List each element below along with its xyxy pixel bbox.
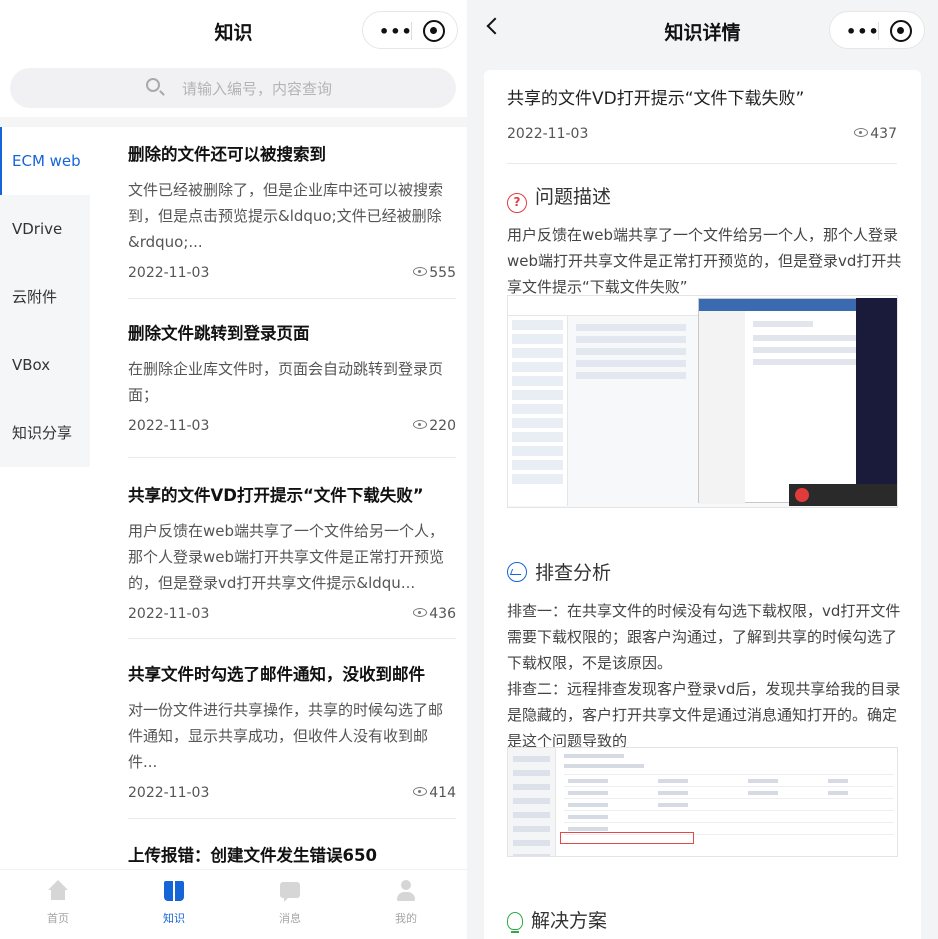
eye-icon [413, 267, 428, 276]
article-title: 共享的文件VD打开提示“文件下载失败” [507, 89, 805, 109]
article-title: 共享的文件VD打开提示“文件下载失败” [128, 486, 424, 505]
capsule-divider [411, 22, 412, 40]
problem-screenshot[interactable] [507, 295, 898, 508]
article-item[interactable]: 共享文件时勾选了邮件通知，没收到邮件 对一份文件进行共享操作，共享的时候勾选了邮… [128, 663, 456, 807]
question-icon: ? [507, 193, 527, 213]
section-heading-text: 问题描述 [535, 186, 612, 208]
tab-home[interactable]: 首页 [0, 880, 116, 926]
category-cloud-attachment[interactable]: 云附件 [0, 263, 90, 331]
tab-label: 知识 [163, 912, 185, 925]
view-count: 555 [429, 265, 456, 281]
title-divider [507, 163, 897, 164]
search-icon [146, 78, 160, 92]
section-heading-text: 解决方案 [531, 910, 608, 932]
article-date: 2022-11-03 [128, 785, 210, 801]
tab-messages[interactable]: 消息 [232, 880, 348, 926]
article-item[interactable]: 上传报错：创建文件发生错误650 [128, 844, 456, 868]
problem-description: 用户反馈在web端共享了一个文件给另一个人，那个人登录web端打开共享文件是正常… [507, 226, 902, 296]
article-divider [128, 638, 456, 639]
article-title: 上传报错：创建文件发生错误650 [128, 846, 377, 865]
eye-icon [413, 608, 428, 617]
section-heading-solution: 解决方案 [507, 906, 607, 933]
article-divider [128, 298, 456, 299]
article-divider [128, 818, 456, 819]
knowledge-list-screen: 知识 ••• 请输入编号，内容查询 ECM web VDrive 云附件 VBo… [0, 0, 467, 939]
article-date: 2022-11-03 [128, 418, 210, 434]
article-item[interactable]: 删除的文件还可以被搜索到 文件已经被删除了，但是企业库中还可以被搜索到，但是点击… [128, 143, 456, 287]
close-miniprogram-icon[interactable] [423, 20, 445, 42]
article-date: 2022-11-03 [128, 606, 210, 622]
article-views: 555 [413, 265, 456, 281]
article-summary: 文件已经被删除了，但是企业库中还可以被搜索到，但是点击预览提示&ldquo;文件… [128, 181, 444, 251]
article-item[interactable]: 共享的文件VD打开提示“文件下载失败” 用户反馈在web端共享了一个文件给另一个… [128, 484, 456, 628]
category-knowledge-sharing[interactable]: 知识分享 [0, 399, 90, 467]
miniprogram-capsule: ••• [829, 11, 925, 49]
article-item[interactable]: 删除文件跳转到登录页面 在删除企业库文件时，页面会自动跳转到登录页面； 2022… [128, 322, 456, 440]
analysis-text-1: 排查一：在共享文件的时候没有勾选下载权限，vd打开文件需要下载权限的；跟客户沟通… [507, 602, 901, 672]
analysis-icon [507, 562, 527, 582]
section-heading-text: 排查分析 [535, 562, 612, 584]
article-summary: 用户反馈在web端共享了一个文件给另一个人，那个人登录web端打开共享文件是正常… [128, 522, 445, 592]
tab-label: 我的 [395, 912, 417, 925]
article-views: 436 [413, 606, 456, 622]
eye-icon [413, 787, 428, 796]
tab-profile[interactable]: 我的 [348, 880, 464, 926]
more-icon[interactable]: ••• [379, 22, 413, 41]
article-meta: 2022-11-03 220 [128, 418, 456, 440]
article-summary: 在删除企业库文件时，页面会自动跳转到登录页面； [128, 360, 444, 404]
article-date: 2022-11-03 [507, 126, 589, 142]
article-meta: 2022-11-03 555 [128, 265, 456, 287]
analysis-screenshot[interactable] [507, 747, 898, 857]
book-icon [162, 880, 186, 904]
article-views: 414 [413, 785, 456, 801]
tab-label: 消息 [279, 912, 301, 925]
article-title: 删除的文件还可以被搜索到 [128, 145, 326, 164]
article-views: 437 [854, 126, 897, 142]
lightbulb-icon [507, 912, 523, 933]
view-count: 436 [429, 606, 456, 622]
eye-icon [413, 420, 428, 429]
message-icon [278, 880, 302, 904]
section-heading-problem: ? 问题描述 [507, 182, 611, 213]
article-meta: 2022-11-03 414 [128, 785, 456, 807]
section-divider [0, 117, 467, 127]
article-title: 共享文件时勾选了邮件通知，没收到邮件 [128, 665, 425, 684]
search-placeholder: 请输入编号，内容查询 [182, 80, 333, 98]
tab-label: 首页 [47, 912, 69, 925]
article-title: 删除文件跳转到登录页面 [128, 324, 310, 343]
analysis-text-2: 排查二：远程排查发现客户登录vd后，发现共享给我的目录是隐藏的，客户打开共享文件… [507, 680, 901, 750]
article-views: 220 [413, 418, 456, 434]
tab-knowledge[interactable]: 知识 [116, 880, 232, 926]
user-icon [394, 880, 418, 904]
home-icon [46, 880, 70, 904]
view-count: 414 [429, 785, 456, 801]
article-meta: 2022-11-03 436 [128, 606, 456, 628]
category-sidebar: ECM web VDrive 云附件 VBox 知识分享 [0, 127, 90, 467]
view-count: 437 [870, 126, 897, 142]
search-input[interactable]: 请输入编号，内容查询 [10, 68, 456, 108]
bottom-tab-bar: 首页 知识 消息 我的 [0, 869, 467, 939]
article-detail-card: 共享的文件VD打开提示“文件下载失败” 2022-11-03 437 ? 问题描述… [484, 70, 921, 939]
category-vdrive[interactable]: VDrive [0, 195, 90, 263]
eye-icon [854, 128, 869, 137]
more-icon[interactable]: ••• [846, 22, 880, 41]
section-heading-analysis: 排查分析 [507, 558, 611, 585]
view-count: 220 [429, 418, 456, 434]
nav-header: 知识 ••• [0, 0, 467, 62]
capsule-divider [878, 22, 879, 40]
miniprogram-capsule: ••• [362, 11, 458, 49]
article-summary: 对一份文件进行共享操作，共享的时候勾选了邮件通知，显示共享成功，但收件人没有收到… [128, 701, 444, 771]
category-ecm-web[interactable]: ECM web [0, 127, 90, 195]
close-miniprogram-icon[interactable] [890, 20, 912, 42]
knowledge-detail-screen: 知识详情 ••• 共享的文件VD打开提示“文件下载失败” 2022-11-03 … [467, 0, 938, 939]
article-divider [128, 457, 456, 458]
article-date: 2022-11-03 [128, 265, 210, 281]
category-vbox[interactable]: VBox [0, 331, 90, 399]
